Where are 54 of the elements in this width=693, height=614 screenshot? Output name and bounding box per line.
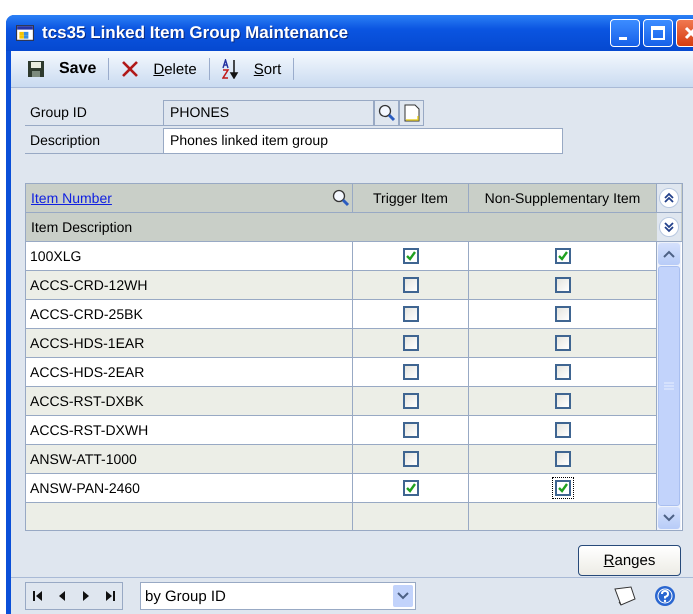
window-icon [16,25,34,41]
table-cell: ANSW-PAN-2460 [26,474,353,502]
sort-button[interactable]: Sort [214,59,290,79]
chevron-down-icon [397,592,409,600]
checkbox[interactable] [402,422,418,438]
maximize-button[interactable] [643,19,673,47]
maximize-icon [648,23,668,43]
table-cell: 100XLG [26,242,353,270]
scroll-thumb[interactable] [658,266,680,506]
table-cell: ACCS-CRD-25BK [26,300,353,328]
column-header: Item Description [30,218,134,237]
checkbox[interactable] [402,277,418,293]
delete-button[interactable]: Delete [113,60,205,78]
minimize-icon [619,36,627,40]
table-cell: ACCS-RST-DXBK [26,387,353,415]
table-cell: ACCS-RST-DXWH [26,416,353,444]
double-chevron-up-icon [663,192,675,204]
last-record-button[interactable] [104,590,116,602]
column-header: Trigger Item [353,184,469,212]
lookup-button[interactable] [374,100,399,126]
search-icon [378,104,396,122]
checkbox[interactable] [552,477,574,499]
collapse-rows-button[interactable] [659,188,679,208]
group-id-field[interactable]: PHONES [163,100,374,126]
browse-by-dropdown[interactable]: by Group ID [140,582,416,610]
new-document-button[interactable] [399,100,424,126]
help-icon[interactable] [654,585,676,607]
first-record-button[interactable] [32,590,44,602]
ranges-button[interactable]: Ranges [578,545,681,576]
checkbox[interactable] [402,480,418,496]
checkmark-icon [556,250,568,262]
document-icon [404,104,420,122]
table-cell: ACCS-CRD-12WH [26,271,353,299]
search-icon[interactable] [332,189,350,207]
description-field[interactable]: Phones linked item group [163,128,563,154]
minimize-button[interactable] [610,19,640,47]
vertical-scrollbar[interactable] [657,242,681,530]
delete-x-icon [121,60,140,78]
table-cell: ACCS-HDS-1EAR [26,329,353,357]
table-cell: ACCS-HDS-2EAR [26,358,353,386]
item-number-link[interactable]: Item Number [31,190,112,206]
checkbox[interactable] [402,451,418,467]
double-chevron-down-icon [663,221,675,233]
table-cell: ANSW-ATT-1000 [26,445,353,473]
save-button[interactable]: Save [19,60,104,78]
checkbox[interactable] [402,364,418,380]
checkbox[interactable] [402,335,418,351]
checkbox[interactable] [402,306,418,322]
sort-icon [222,59,240,79]
checkbox[interactable] [402,393,418,409]
expand-rows-button[interactable] [659,217,679,237]
checkmark-icon [556,482,568,494]
checkbox[interactable] [402,248,418,264]
window-title: tcs35 Linked Item Group Maintenance [42,23,348,43]
